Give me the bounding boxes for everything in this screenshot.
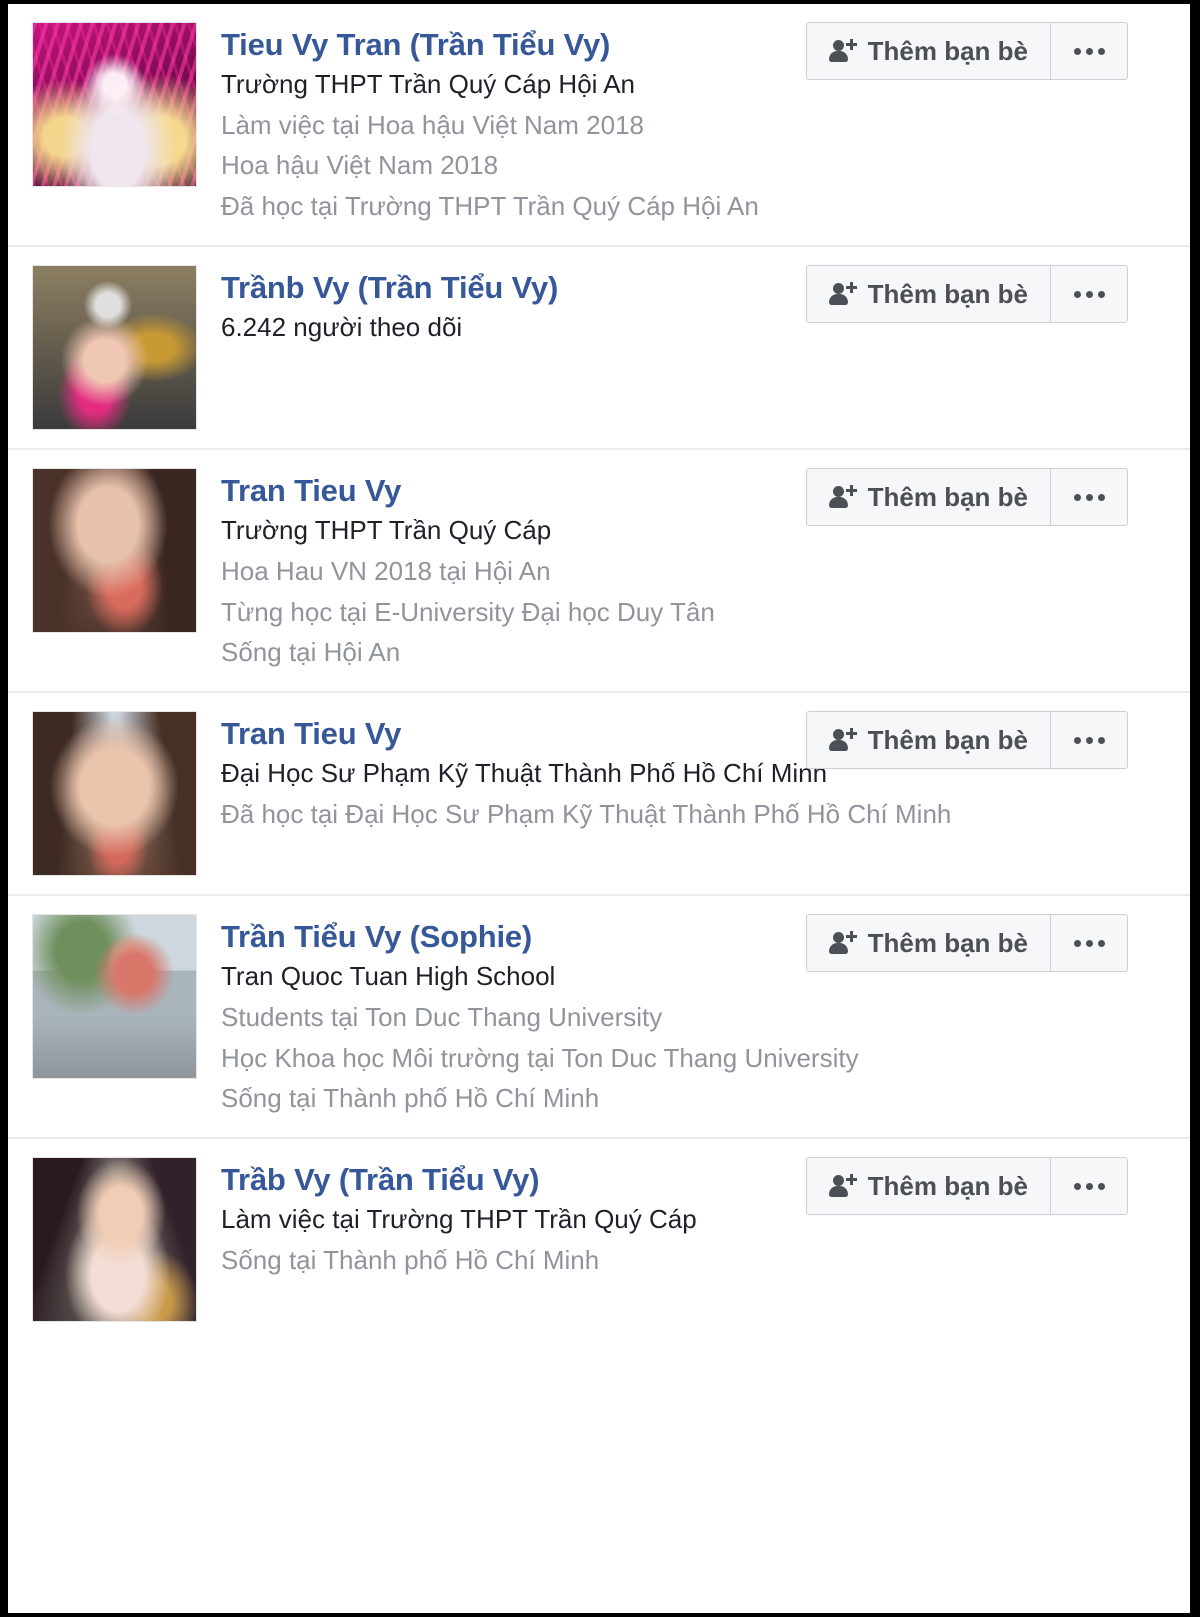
avatar[interactable] [32, 711, 197, 877]
ellipsis-icon [1085, 736, 1093, 744]
ellipsis-icon [1097, 493, 1105, 501]
add-friend-button[interactable]: Thêm bạn bè [805, 914, 1050, 973]
result-secondary-line: Students tại Ton Duc Thang University [221, 1001, 663, 1032]
result-secondary-line: Đã học tại Đại Học Sư Phạm Kỹ Thuật Thàn… [221, 798, 952, 829]
add-friend-label: Thêm bạn bè [867, 482, 1028, 513]
result-secondary-line: Làm việc tại Hoa hậu Việt Nam 2018 [221, 109, 644, 140]
person-plus-icon [828, 727, 857, 753]
avatar[interactable] [32, 22, 197, 187]
add-friend-label: Thêm bạn bè [867, 279, 1028, 310]
ellipsis-icon [1073, 939, 1081, 947]
profile-name-link[interactable]: Trầnb Vy (Trần Tiểu Vy) [221, 270, 558, 305]
avatar[interactable] [32, 265, 197, 431]
search-result-row: Trầb Vy (Trần Tiểu Vy) Làm việc tại Trườn… [8, 1139, 1190, 1341]
row-actions: Thêm bạn bè [805, 265, 1128, 324]
ellipsis-icon [1073, 290, 1081, 298]
person-plus-icon [828, 1173, 857, 1199]
search-result-row: Trần Tiểu Vy (Sophie) Tran Quoc Tuan High… [8, 896, 1190, 1140]
result-secondary-line: Từng học tại E-University Đại học Duy Tâ… [221, 596, 715, 627]
result-secondary-line: Hoa hậu Việt Nam 2018 [221, 150, 499, 181]
ellipsis-icon [1097, 47, 1105, 55]
add-friend-label: Thêm bạn bè [867, 36, 1028, 66]
profile-name-link[interactable]: Trầb Vy (Trần Tiểu Vy) [221, 1162, 540, 1197]
search-result-row: Tieu Vy Tran (Trần Tiểu Vy) Trường THPT T… [8, 4, 1190, 248]
add-friend-label: Thêm bạn bè [867, 1171, 1028, 1202]
page-frame: Tieu Vy Tran (Trần Tiểu Vy) Trường THPT T… [0, 0, 1200, 1617]
result-secondary-line: Hoa Hau VN 2018 tại Hội An [221, 555, 551, 586]
more-options-button[interactable] [1050, 1157, 1128, 1216]
result-secondary-line: Học Khoa học Môi trường tại Ton Duc Than… [221, 1042, 859, 1073]
avatar[interactable] [32, 1157, 197, 1323]
person-plus-icon [828, 281, 857, 307]
ellipsis-icon [1097, 290, 1105, 298]
add-friend-label: Thêm bạn bè [867, 928, 1028, 959]
avatar-image [33, 915, 196, 1079]
add-friend-button[interactable]: Thêm bạn bè [805, 468, 1050, 527]
avatar-image [33, 266, 196, 430]
ellipsis-icon [1085, 493, 1093, 501]
avatar[interactable] [32, 914, 197, 1080]
avatar-image [33, 1158, 196, 1322]
search-result-row: Trầnb Vy (Trần Tiểu Vy) 6.242 người theo … [8, 247, 1190, 451]
add-friend-label: Thêm bạn bè [867, 725, 1028, 756]
search-result-row: Tran Tieu Vy Trường THPT Trần Quý Cáp Hoa … [8, 450, 1190, 694]
ellipsis-icon [1073, 1182, 1081, 1190]
profile-name-link[interactable]: Tieu Vy Tran (Trần Tiểu Vy) [221, 27, 610, 62]
ellipsis-icon [1085, 47, 1093, 55]
row-actions: Thêm bạn bè [805, 711, 1128, 770]
add-friend-button[interactable]: Thêm bạn bè [805, 22, 1050, 80]
result-secondary-line: Sống tại Thành phố Hồ Chí Minh [221, 1083, 600, 1114]
result-secondary-line: Đã học tại Trường THPT Trần Quý Cáp Hội … [221, 191, 759, 222]
profile-name-link[interactable]: Tran Tieu Vy [221, 473, 401, 508]
row-actions: Thêm bạn bè [805, 914, 1128, 973]
ellipsis-icon [1073, 47, 1081, 55]
add-friend-button[interactable]: Thêm bạn bè [805, 1157, 1050, 1216]
search-results-list: Tieu Vy Tran (Trần Tiểu Vy) Trường THPT T… [8, 4, 1190, 1613]
more-options-button[interactable] [1050, 265, 1128, 324]
more-options-button[interactable] [1050, 711, 1128, 770]
result-secondary-line: Sống tại Thành phố Hồ Chí Minh [221, 1244, 600, 1275]
ellipsis-icon [1097, 736, 1105, 744]
person-plus-icon [828, 930, 857, 956]
ellipsis-icon [1097, 1182, 1105, 1190]
ellipsis-icon [1085, 290, 1093, 298]
more-options-button[interactable] [1050, 468, 1128, 527]
ellipsis-icon [1097, 939, 1105, 947]
add-friend-button[interactable]: Thêm bạn bè [805, 265, 1050, 324]
more-options-button[interactable] [1050, 914, 1128, 973]
profile-name-link[interactable]: Trần Tiểu Vy (Sophie) [221, 919, 532, 954]
ellipsis-icon [1085, 1182, 1093, 1190]
add-friend-button[interactable]: Thêm bạn bè [805, 711, 1050, 770]
ellipsis-icon [1073, 736, 1081, 744]
avatar-image [33, 23, 196, 186]
more-options-button[interactable] [1050, 22, 1128, 80]
person-plus-icon [828, 38, 857, 64]
result-secondary-line: Sống tại Hội An [221, 637, 401, 668]
person-plus-icon [828, 484, 857, 510]
profile-name-link[interactable]: Tran Tieu Vy [221, 716, 401, 751]
avatar-image [33, 469, 196, 633]
avatar[interactable] [32, 468, 197, 634]
row-actions: Thêm bạn bè [805, 1157, 1128, 1216]
row-actions: Thêm bạn bè [805, 22, 1128, 80]
avatar-image [33, 712, 196, 876]
ellipsis-icon [1073, 493, 1081, 501]
row-actions: Thêm bạn bè [805, 468, 1128, 527]
search-result-row: Tran Tieu Vy Đại Học Sư Phạm Kỹ Thuật Thà… [8, 693, 1190, 897]
ellipsis-icon [1085, 939, 1093, 947]
